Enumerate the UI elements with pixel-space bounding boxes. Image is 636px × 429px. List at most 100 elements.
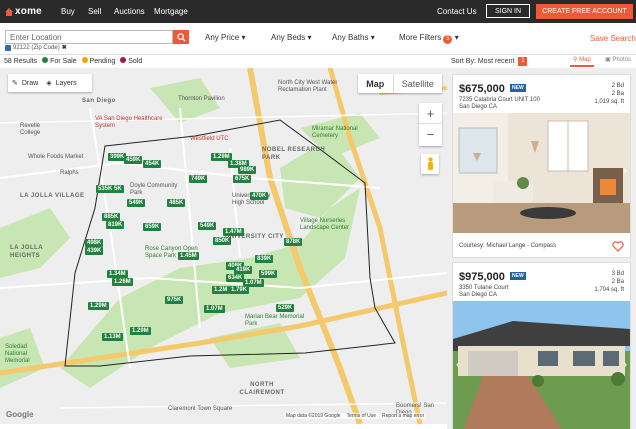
price-pin[interactable]: 549K (198, 222, 217, 230)
favorite-heart-icon[interactable] (612, 241, 624, 252)
map-tools: ✎ Draw ◈ Layers (8, 74, 92, 92)
beds-filter[interactable]: Any Beds ▾ (271, 33, 312, 42)
map-label: San Diego (82, 98, 116, 104)
price-pin[interactable]: 1.29M (88, 302, 109, 310)
price-filter[interactable]: Any Price ▾ (205, 33, 245, 42)
legend-pending-label: Pending (89, 58, 116, 65)
price-pin[interactable]: 1.34M (107, 270, 128, 278)
save-search-link[interactable]: Save Search (590, 34, 636, 43)
search-button[interactable] (173, 30, 189, 44)
price-pin[interactable]: 749K (189, 175, 208, 183)
create-account-button[interactable]: CREATE FREE ACCOUNT (536, 4, 633, 19)
sort-badge: 1 (518, 57, 528, 66)
listing-card[interactable]: $675,000 NEW 7235 Calabria Court UNIT 10… (452, 74, 631, 258)
map-label: Westfield UTC (190, 136, 229, 142)
map-data-text: Map data ©2019 Google (286, 413, 341, 419)
price-pin[interactable]: 599K (259, 270, 278, 278)
prev-photo-icon[interactable]: ‹ (456, 359, 460, 371)
zoom-in-button[interactable]: + (419, 103, 442, 124)
price-pin[interactable]: 885K (102, 213, 121, 221)
price-pin[interactable]: 1.13M (102, 333, 123, 341)
search-bar: Enter Location (0, 23, 636, 55)
price-pin[interactable]: 975K (165, 296, 184, 304)
zoom-controls: + − (419, 103, 442, 146)
price-pin[interactable]: 470K (250, 192, 269, 200)
price-pin[interactable]: 1.45M (178, 252, 199, 260)
map-type-toggle: Map Satellite (358, 74, 442, 93)
layers-button[interactable]: Layers (56, 80, 77, 87)
pencil-icon[interactable]: ✎ (12, 79, 18, 87)
pegman-icon (427, 157, 433, 170)
map-area[interactable]: Thornton Pavilion San Diego North City W… (0, 68, 447, 424)
chevron-down-icon: ▾ (307, 33, 312, 42)
price-pin[interactable]: 1.2M (212, 286, 230, 294)
listing-card[interactable]: $975,000 NEW 3350 Tulane Court San Diego… (452, 262, 631, 429)
checkbox-icon[interactable] (5, 44, 11, 51)
remove-tag-icon[interactable]: ✖ (62, 44, 67, 51)
listing-sqft: 1,704 sq. ft (594, 287, 624, 293)
photos-view-tab[interactable]: ▣ Photos (605, 56, 631, 63)
sign-in-button[interactable]: SIGN IN (486, 4, 530, 18)
price-pin[interactable]: 989K (238, 166, 257, 174)
legend-sold: Sold (120, 57, 142, 65)
sort-control[interactable]: Sort By: Most recent 1 (451, 57, 528, 66)
nav-mortgage[interactable]: Mortgage (154, 7, 188, 16)
price-pin[interactable]: 878K (284, 238, 303, 246)
price-pin[interactable]: 634K (226, 274, 245, 282)
price-pin[interactable]: 5K (112, 185, 124, 193)
listing-price: $975,000 (459, 271, 505, 283)
listing-address: 3350 Tulane Court (459, 285, 509, 291)
terms-link[interactable]: Terms of Use (347, 413, 376, 419)
nav-buy[interactable]: Buy (61, 7, 75, 16)
baths-filter[interactable]: Any Baths ▾ (332, 33, 375, 42)
price-pin[interactable]: 675K (233, 175, 252, 183)
street-view-pegman-icon[interactable] (421, 154, 439, 174)
price-pin[interactable]: 439K (85, 247, 104, 255)
price-pin[interactable]: 1.26M (112, 278, 133, 286)
location-input[interactable]: Enter Location (5, 30, 173, 44)
nav-auctions[interactable]: Auctions (114, 7, 145, 16)
price-pin[interactable]: 529K (276, 304, 295, 312)
price-pin[interactable]: 485K (167, 199, 186, 207)
price-pin[interactable]: 1.47M (223, 228, 244, 236)
next-photo-icon[interactable]: › (623, 165, 627, 177)
draw-button[interactable]: Draw (22, 80, 38, 87)
map-attribution: Map data ©2019 Google Terms of Use Repor… (284, 413, 427, 419)
zoom-out-button[interactable]: − (419, 124, 442, 145)
prev-photo-icon[interactable]: ‹ (456, 165, 460, 177)
layers-icon[interactable]: ◈ (46, 79, 51, 87)
map-type-satellite[interactable]: Satellite (394, 74, 442, 93)
location-tag-label: 92122 (Zip Code) (13, 44, 60, 51)
map-label: Claremont Town Square (168, 406, 233, 412)
price-pin[interactable]: 819K (106, 221, 125, 229)
price-pin[interactable]: 1.29M (130, 327, 151, 335)
map-view-label: Map (579, 57, 591, 63)
price-pin[interactable]: 1.79K (229, 286, 250, 294)
listing-baths: 2 Ba (611, 279, 624, 285)
nav-contact-us[interactable]: Contact Us (437, 7, 477, 16)
logo-text: xome (15, 6, 42, 17)
more-filters[interactable]: More Filters 5 ▾ (399, 33, 459, 44)
price-pin[interactable]: 659K (143, 223, 162, 231)
map-label: NORTH CLAIREMONT (239, 382, 285, 396)
nav-sell[interactable]: Sell (88, 7, 101, 16)
price-pin[interactable]: 839K (255, 255, 274, 263)
report-error-link[interactable]: Report a map error (382, 413, 424, 419)
price-pin[interactable]: 454K (143, 160, 162, 168)
price-pin[interactable]: 459K (124, 156, 143, 164)
photo-icon: ▣ (605, 57, 611, 63)
price-pin[interactable]: 498K (85, 239, 104, 247)
listing-photo[interactable]: ‹ › (453, 113, 630, 233)
price-pin[interactable]: 850K (213, 237, 232, 245)
map-type-map[interactable]: Map (358, 74, 394, 93)
price-pin[interactable]: 419K (234, 266, 253, 274)
results-bar: 58 Results For Sale Pending Sold Sort By… (0, 55, 636, 68)
price-pin[interactable]: 549K (127, 199, 146, 207)
map-label: VA San Diego Healthcare System (95, 116, 163, 129)
listing-photo[interactable]: ‹ › (453, 301, 630, 429)
map-view-tab[interactable]: ⚲ Map (570, 56, 594, 67)
price-pin[interactable]: 1.07M (204, 305, 225, 313)
xome-logo[interactable]: xome (4, 3, 42, 20)
map-canvas (0, 68, 447, 424)
next-photo-icon[interactable]: › (623, 359, 627, 371)
